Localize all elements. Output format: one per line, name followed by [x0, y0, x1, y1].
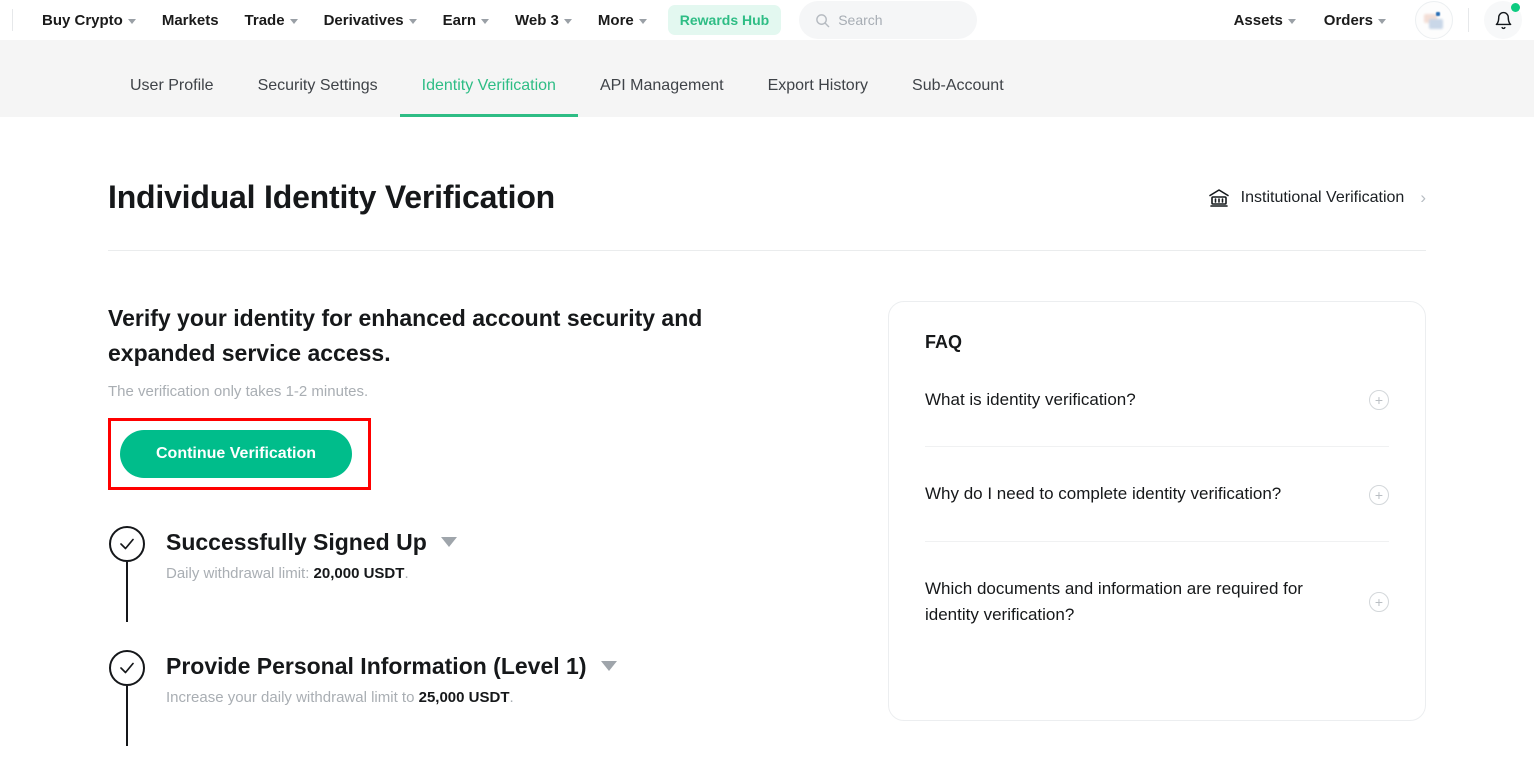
chevron-down-icon — [408, 19, 417, 24]
chevron-right-icon: › — [1420, 187, 1426, 207]
nav-item-label: Trade — [244, 11, 285, 29]
rewards-hub-button[interactable]: Rewards Hub — [667, 5, 782, 35]
chevron-down-icon — [1378, 19, 1386, 24]
tab-identity-verification[interactable]: Identity Verification — [399, 77, 579, 117]
chevron-down-icon — [1287, 19, 1296, 24]
nav-item-markets[interactable]: Markets — [149, 12, 232, 29]
nav-item-web3[interactable]: Web 3 — [502, 12, 585, 29]
faq-question: Why do I need to complete identity verif… — [925, 484, 1282, 504]
institutional-verification-link[interactable]: Institutional Verification › — [1207, 186, 1426, 210]
avatar-image-fragment — [1436, 12, 1440, 16]
faq-item[interactable]: Which documents and information are requ… — [925, 542, 1389, 662]
faq-item[interactable]: What is identity verification? + — [925, 353, 1389, 448]
page-header-row: Individual Identity Verification Institu… — [108, 117, 1426, 251]
institutional-verification-label: Institutional Verification — [1240, 188, 1405, 206]
notifications-button[interactable] — [1484, 1, 1522, 39]
tab-export-history[interactable]: Export History — [746, 77, 890, 117]
expand-plus-icon[interactable]: + — [1369, 484, 1389, 505]
check-circle-icon — [109, 525, 145, 562]
nav-left-divider — [12, 9, 13, 31]
step-description-suffix: . — [509, 688, 514, 706]
nav-item-label: Assets — [1233, 11, 1283, 29]
nav-item-label: Markets — [161, 11, 219, 29]
nav-item-assets[interactable]: Assets — [1221, 12, 1309, 29]
step-description-prefix: Increase your daily withdrawal limit to — [166, 688, 419, 706]
avatar-image-fragment — [1429, 19, 1443, 29]
chevron-down-icon — [127, 19, 136, 24]
faq-question: Which documents and information are requ… — [925, 578, 1303, 625]
expand-plus-icon[interactable]: + — [1369, 592, 1389, 613]
check-circle-icon — [109, 649, 145, 686]
bell-icon — [1495, 11, 1511, 29]
tab-security-settings[interactable]: Security Settings — [236, 77, 400, 117]
nav-item-label: Orders — [1323, 11, 1373, 29]
verification-panel: Verify your identity for enhanced accoun… — [108, 301, 862, 767]
step-description: Daily withdrawal limit: 20,000 USDT. — [166, 565, 457, 582]
nav-item-derivatives[interactable]: Derivatives — [311, 12, 430, 29]
step-title: Successfully Signed Up — [166, 528, 427, 555]
search-icon — [816, 13, 830, 27]
nav-item-earn[interactable]: Earn — [430, 12, 502, 29]
tab-user-profile[interactable]: User Profile — [108, 77, 236, 117]
nav-item-label: More — [597, 11, 634, 29]
page-title: Individual Identity Verification — [108, 179, 556, 215]
main-content: Verify your identity for enhanced accoun… — [108, 251, 1426, 767]
check-icon — [120, 538, 134, 550]
step-item-signed-up: Successfully Signed Up Daily withdrawal … — [108, 525, 862, 650]
faq-title: FAQ — [925, 332, 963, 352]
top-navigation-bar: Buy Crypto Markets Trade Derivatives Ear… — [0, 0, 1534, 40]
page-content: Individual Identity Verification Institu… — [0, 117, 1534, 767]
step-connector-line — [126, 685, 128, 746]
avatar[interactable] — [1415, 1, 1453, 39]
settings-tab-bar: User Profile Security Settings Identity … — [0, 40, 1534, 117]
step-description-value: 20,000 USDT — [313, 564, 405, 582]
tab-sub-account[interactable]: Sub-Account — [890, 77, 1026, 117]
step-marker — [108, 649, 146, 746]
nav-item-label: Derivatives — [323, 11, 404, 29]
step-title-row: Successfully Signed Up — [166, 529, 457, 556]
faq-question: What is identity verification? — [925, 390, 1136, 409]
bank-icon — [1208, 188, 1229, 207]
verification-subtext: The verification only takes 1-2 minutes. — [108, 382, 369, 400]
check-icon — [120, 662, 134, 674]
continue-verification-highlight: Continue Verification — [108, 417, 372, 490]
chevron-down-icon — [481, 19, 489, 24]
continue-verification-button[interactable]: Continue Verification — [120, 429, 353, 478]
verification-lead-text: Verify your identity for enhanced accoun… — [108, 305, 703, 366]
step-title-row: Provide Personal Information (Level 1) — [166, 653, 617, 680]
chevron-down-icon — [289, 19, 298, 24]
nav-item-label: Buy Crypto — [42, 11, 123, 29]
step-item-personal-information: Provide Personal Information (Level 1) I… — [108, 649, 862, 767]
search-placeholder: Search — [838, 12, 883, 28]
step-description-value: 25,000 USDT — [418, 688, 510, 706]
nav-right-divider — [1468, 8, 1469, 32]
step-description-prefix: Daily withdrawal limit: — [166, 564, 314, 582]
nav-item-label: Web 3 — [515, 11, 559, 29]
nav-item-buy-crypto[interactable]: Buy Crypto — [29, 12, 149, 29]
search-input[interactable]: Search — [799, 1, 978, 39]
nav-item-more[interactable]: More — [585, 12, 660, 29]
verification-steps-list: Successfully Signed Up Daily withdrawal … — [108, 525, 862, 767]
step-expand-caret-icon[interactable] — [600, 661, 617, 672]
step-description-suffix: . — [404, 564, 409, 582]
step-description: Increase your daily withdrawal limit to … — [166, 689, 617, 706]
top-nav-left-group: Buy Crypto Markets Trade Derivatives Ear… — [0, 1, 978, 39]
notification-badge-dot — [1511, 3, 1520, 12]
faq-item[interactable]: Why do I need to complete identity verif… — [925, 447, 1389, 542]
step-connector-line — [126, 561, 128, 622]
step-body: Successfully Signed Up Daily withdrawal … — [166, 526, 457, 622]
expand-plus-icon[interactable]: + — [1369, 390, 1389, 411]
nav-item-trade[interactable]: Trade — [232, 12, 311, 29]
step-marker — [108, 525, 146, 622]
tab-api-management[interactable]: API Management — [578, 77, 746, 117]
step-expand-caret-icon[interactable] — [440, 537, 457, 548]
step-title: Provide Personal Information (Level 1) — [166, 652, 587, 679]
faq-card: FAQ What is identity verification? + Why… — [888, 301, 1426, 721]
chevron-down-icon — [638, 19, 647, 24]
nav-item-label: Earn — [442, 11, 476, 29]
chevron-down-icon — [563, 19, 572, 24]
top-nav-right-group: Assets Orders — [1221, 1, 1534, 39]
step-body: Provide Personal Information (Level 1) I… — [166, 650, 617, 746]
nav-item-orders[interactable]: Orders — [1311, 12, 1399, 29]
